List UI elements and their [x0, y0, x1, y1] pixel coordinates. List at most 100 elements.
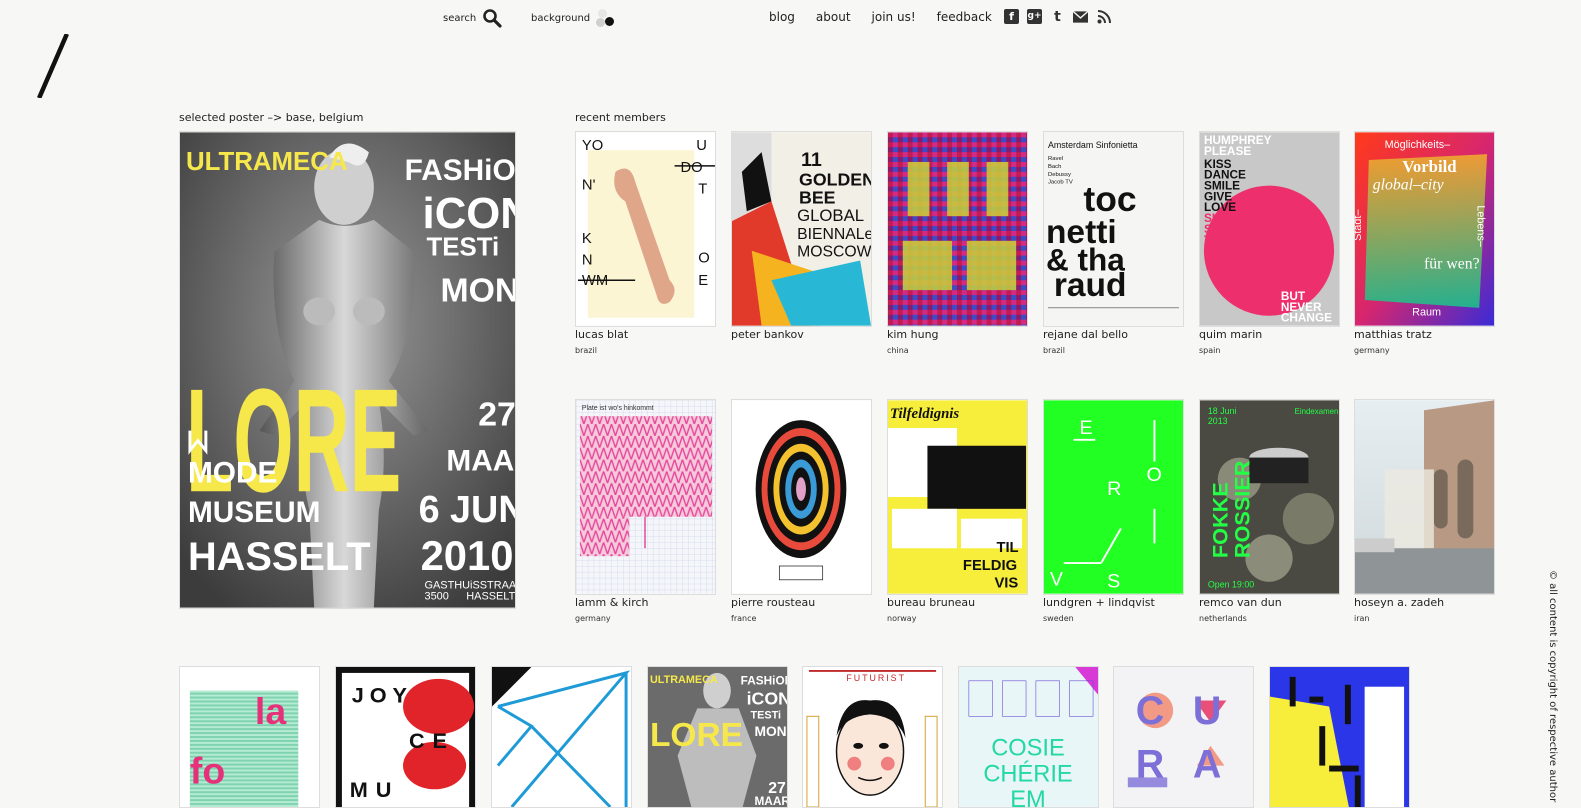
- nav-feedback[interactable]: feedback: [937, 10, 992, 24]
- rss-icon[interactable]: [1096, 9, 1111, 24]
- svg-text:Vorbild: Vorbild: [1402, 157, 1457, 176]
- member-name[interactable]: quim marin: [1199, 328, 1262, 341]
- svg-text:A: A: [1193, 742, 1221, 786]
- member-poster[interactable]: Möglichkeits– Vorbild global–city für we…: [1354, 131, 1495, 327]
- svg-text:Raum: Raum: [1412, 307, 1441, 319]
- member-country: france: [731, 614, 757, 623]
- member-name[interactable]: rejane dal bello: [1043, 328, 1128, 341]
- svg-text:2013: 2013: [1208, 416, 1228, 426]
- poster-title-ultrameca: ULTRAMECA: [186, 148, 348, 176]
- poster-art: HUMPHREY PLEASE KISS DANCE SMILE GIVE LO…: [1200, 132, 1339, 326]
- member-poster[interactable]: [731, 399, 872, 595]
- poster-art: [732, 400, 871, 594]
- poster-art: ULTRAMECA LORE FASHiON iCON TESTi MONY 2…: [648, 667, 787, 807]
- facebook-icon[interactable]: f: [1004, 9, 1019, 24]
- gallery-poster[interactable]: C U R A: [1113, 666, 1254, 808]
- gallery-poster[interactable]: [491, 666, 632, 808]
- member-name[interactable]: peter bankov: [731, 328, 804, 341]
- gallery-poster[interactable]: [1269, 666, 1410, 808]
- member-poster[interactable]: [1354, 399, 1495, 595]
- svg-text:R: R: [1136, 742, 1164, 786]
- svg-text:WM: WM: [582, 273, 608, 289]
- poster-art: [492, 667, 631, 807]
- member-poster[interactable]: YO N' K N WM U DO T O E: [575, 131, 716, 327]
- member-country: china: [887, 346, 909, 355]
- gallery-poster[interactable]: COSIE CHÉRIE EM: [958, 666, 1099, 808]
- svg-text:TIL: TIL: [996, 540, 1018, 556]
- member-name[interactable]: bureau bruneau: [887, 596, 975, 609]
- svg-text:global–city: global–city: [1373, 177, 1444, 194]
- member-country: germany: [1354, 346, 1390, 355]
- member-poster[interactable]: HUMPHREY PLEASE KISS DANCE SMILE GIVE LO…: [1199, 131, 1340, 327]
- svg-text:E: E: [1079, 417, 1092, 439]
- nav-join[interactable]: join us!: [872, 10, 916, 24]
- background-swatch-icon[interactable]: [596, 8, 618, 28]
- member-poster[interactable]: 18 Juni 2013 Eindexamen FOKKE ROSSIER Op…: [1199, 399, 1340, 595]
- member-poster[interactable]: [887, 131, 1028, 327]
- copyright-notice: © all content is copyright of respective…: [1541, 570, 1563, 803]
- svg-text:ROSSIER: ROSSIER: [1229, 460, 1254, 558]
- member-name[interactable]: lucas blat: [575, 328, 628, 341]
- member-name[interactable]: remco van dun: [1199, 596, 1282, 609]
- member-poster[interactable]: 11 GOLDEN BEE GLOBAL BIENNALe MOSCOW: [731, 131, 872, 327]
- svg-text:MU: MU: [350, 777, 399, 802]
- gallery-poster[interactable]: FUTURIST: [802, 666, 943, 808]
- svg-text:18 Juni: 18 Juni: [1208, 406, 1237, 416]
- member-name[interactable]: matthias tratz: [1354, 328, 1432, 341]
- svg-text:la: la: [255, 690, 287, 732]
- selected-poster-link[interactable]: –> base, belgium: [267, 111, 363, 124]
- search-link[interactable]: search: [443, 8, 502, 28]
- svg-text:ULTRAMECA: ULTRAMECA: [650, 674, 718, 686]
- poster-art: [1270, 667, 1409, 807]
- gallery-poster[interactable]: JOY CE MU: [335, 666, 476, 808]
- member-name[interactable]: lamm & kirch: [575, 596, 649, 609]
- nav-about[interactable]: about: [816, 10, 851, 24]
- background-toggle[interactable]: background: [531, 8, 618, 28]
- svg-text:raud: raud: [1054, 267, 1127, 304]
- member-country: brazil: [1043, 346, 1065, 355]
- member-name[interactable]: pierre rousteau: [731, 596, 815, 609]
- member-poster[interactable]: Tilfeldignis TIL FELDIG VIS: [887, 399, 1028, 595]
- member-poster[interactable]: Amsterdam Sinfonietta Ravel Bach Debussy…: [1043, 131, 1184, 327]
- svg-text:MAART: MAART: [754, 794, 787, 807]
- member-poster[interactable]: V E R S O: [1043, 399, 1184, 595]
- search-icon[interactable]: [482, 8, 502, 28]
- gallery-poster[interactable]: ULTRAMECA LORE FASHiON iCON TESTi MONY 2…: [647, 666, 788, 808]
- svg-text:Stadt–: Stadt–: [1355, 209, 1364, 241]
- tumblr-icon[interactable]: t: [1050, 9, 1065, 24]
- poster-date-month: MAART: [446, 444, 515, 477]
- svg-text:N: N: [582, 252, 593, 268]
- mail-icon[interactable]: [1073, 9, 1088, 24]
- member-name[interactable]: kim hung: [887, 328, 939, 341]
- poster-art: Amsterdam Sinfonietta Ravel Bach Debussy…: [1044, 132, 1183, 326]
- poster-museum-3: HASSELT: [188, 535, 371, 579]
- member-country: germany: [575, 614, 611, 623]
- svg-text:EM: EM: [1010, 787, 1045, 807]
- poster-art: [1355, 400, 1494, 594]
- poster-museum-1: MODE: [188, 456, 277, 489]
- svg-text:R: R: [1107, 478, 1121, 500]
- member-poster[interactable]: Plate ist wo's hinkommt: [575, 399, 716, 595]
- svg-text:Open 19:00: Open 19:00: [1208, 580, 1254, 590]
- svg-text:fo: fo: [190, 749, 225, 791]
- svg-text:Bach: Bach: [1048, 164, 1061, 170]
- copyright-text: © all content is copyright of respective…: [1547, 570, 1558, 803]
- svg-text:C: C: [1136, 689, 1164, 733]
- selected-poster-image[interactable]: ULTRAMECA LORE FASHiON iCON TESTi MONY 2…: [179, 131, 516, 609]
- member-country: brazil: [575, 346, 597, 355]
- nav-blog[interactable]: blog: [769, 10, 795, 24]
- svg-text:Möglichkeits–: Möglichkeits–: [1385, 139, 1452, 151]
- poster-art: Tilfeldignis TIL FELDIG VIS: [888, 400, 1027, 594]
- member-name[interactable]: lundgren + lindqvist: [1043, 596, 1155, 609]
- poster-art: [888, 132, 1027, 326]
- svg-text:COSIE: COSIE: [991, 736, 1065, 762]
- svg-text:CHANGE: CHANGE: [1281, 311, 1332, 325]
- poster-museum-2: MUSEUM: [188, 496, 321, 529]
- member-name[interactable]: hoseyn a. zadeh: [1354, 596, 1444, 609]
- selected-poster-label: selected poster: [179, 111, 264, 124]
- svg-text:TESTi: TESTi: [751, 709, 781, 721]
- search-label: search: [443, 12, 477, 24]
- google-plus-icon[interactable]: g+: [1027, 9, 1042, 24]
- site-logo[interactable]: [34, 34, 74, 98]
- gallery-poster[interactable]: la fo: [179, 666, 320, 808]
